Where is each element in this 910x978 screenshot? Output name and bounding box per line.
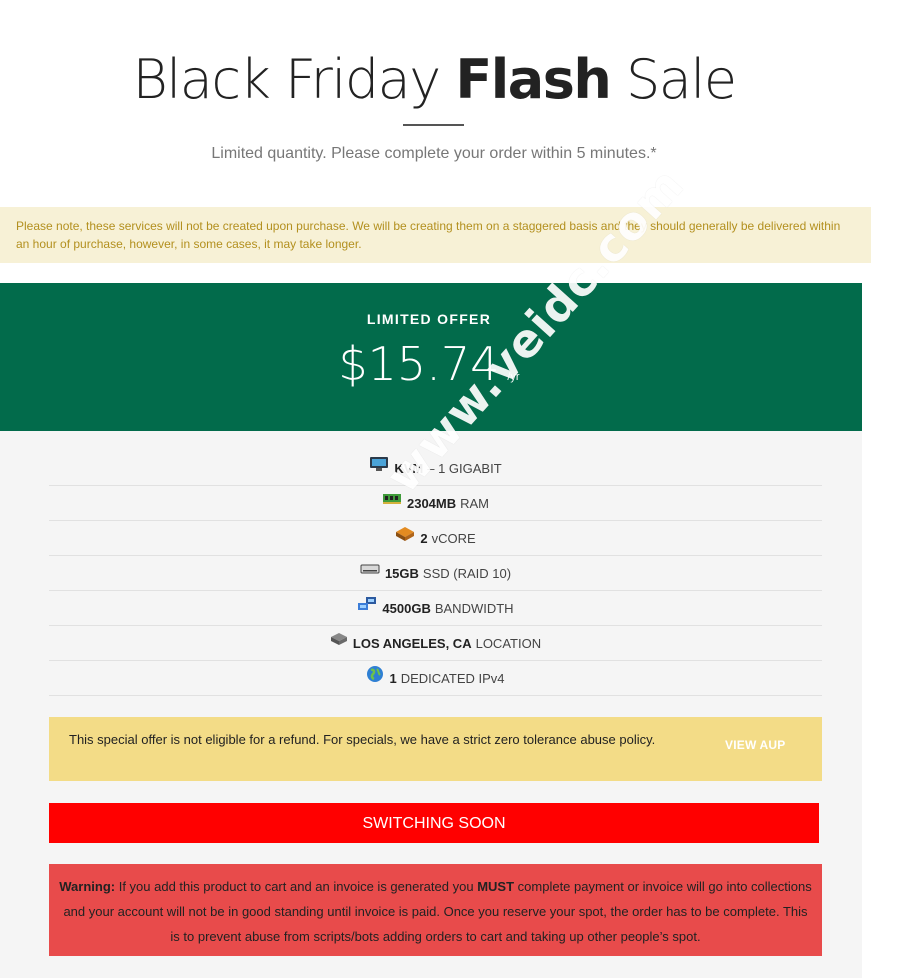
feature-value: 4500GB xyxy=(382,600,431,616)
switching-soon-button[interactable]: SWITCHING SOON xyxy=(49,803,819,843)
feature-value: 2304MB xyxy=(406,495,457,511)
feature-value: 15GB xyxy=(384,565,419,581)
monitor-icon xyxy=(369,456,389,475)
feature-item: 15GB SSD (RAID 10) xyxy=(49,556,822,591)
feature-value: 1 xyxy=(389,670,397,686)
aup-text: This special offer is not eligible for a… xyxy=(69,732,656,747)
feature-label: DEDICATED IPv4 xyxy=(400,670,505,686)
feature-label: – 1 GIGABIT xyxy=(427,460,502,476)
delivery-notice: Please note, these services will not be … xyxy=(0,207,871,263)
ram-chip-icon xyxy=(382,492,402,509)
feature-label: SSD (RAID 10) xyxy=(422,565,512,581)
server-icon xyxy=(330,632,348,649)
cpu-chip-icon xyxy=(395,526,415,545)
feature-label: RAM xyxy=(460,495,490,511)
globe-icon xyxy=(366,665,384,686)
title-bold: Flash xyxy=(455,48,611,111)
feature-list: KVM – 1 GIGABIT 2304MB RAM 2 vCORE 15GB … xyxy=(49,451,822,696)
feature-item: 2 vCORE xyxy=(49,521,822,556)
network-icon xyxy=(357,596,377,615)
feature-label: BANDWIDTH xyxy=(434,600,514,616)
feature-item: LOS ANGELES, CA LOCATION xyxy=(49,626,822,661)
price-amount: $15.74 xyxy=(338,337,500,391)
title-light: Black Friday xyxy=(132,48,441,111)
feature-value: KVM xyxy=(394,460,424,476)
feature-value: LOS ANGELES, CA xyxy=(352,635,472,651)
feature-item: 4500GB BANDWIDTH xyxy=(49,591,822,626)
feature-label: LOCATION xyxy=(475,635,542,651)
warning-notice: Warning: If you add this product to cart… xyxy=(49,864,822,956)
title-end: Sale xyxy=(625,48,737,111)
warning-must: MUST xyxy=(477,879,515,894)
feature-value: 2 xyxy=(420,530,428,546)
price-period: /yr xyxy=(507,371,520,383)
feature-item: 1 DEDICATED IPv4 xyxy=(49,661,822,696)
page-subtitle: Limited quantity. Please complete your o… xyxy=(211,145,657,162)
offer-header: LIMITED OFFER $15.74/yr xyxy=(0,283,862,431)
offer-card: LIMITED OFFER $15.74/yr KVM – 1 GIGABIT … xyxy=(0,283,862,978)
price: $15.74/yr xyxy=(0,337,858,391)
page-title: Black Friday Flash Sale xyxy=(0,48,868,111)
drive-icon xyxy=(360,563,380,578)
aup-notice: This special offer is not eligible for a… xyxy=(49,717,822,781)
view-aup-link[interactable]: VIEW AUP xyxy=(725,738,786,752)
feature-item: 2304MB RAM xyxy=(49,486,822,521)
feature-label: vCORE xyxy=(431,530,476,546)
feature-item: KVM – 1 GIGABIT xyxy=(49,451,822,486)
title-divider xyxy=(403,124,464,126)
warning-text-1: If you add this product to cart and an i… xyxy=(118,879,474,894)
offer-label: LIMITED OFFER xyxy=(366,311,492,327)
warning-label: Warning: xyxy=(59,879,116,894)
